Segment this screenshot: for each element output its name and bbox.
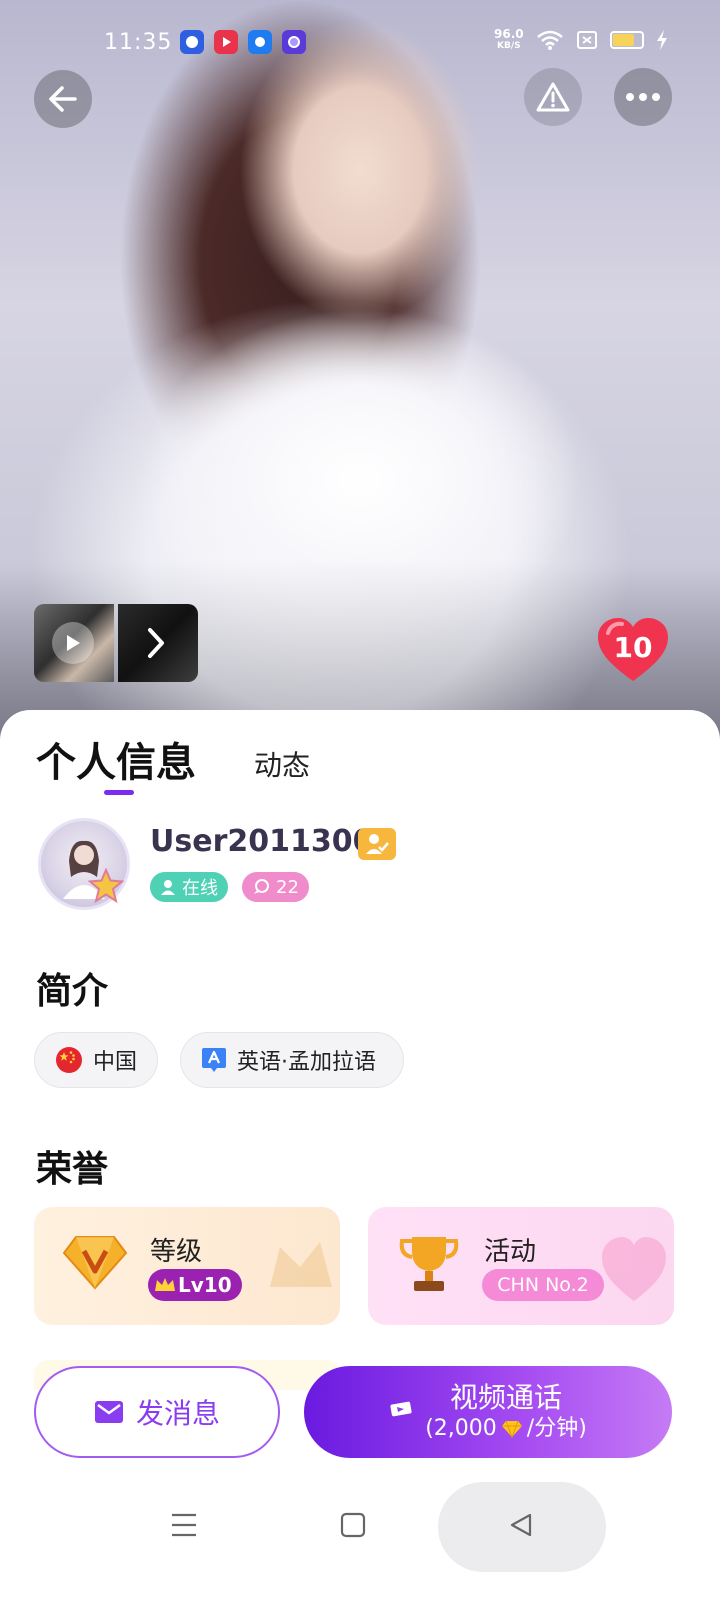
intro-title: 简介 (36, 971, 109, 1012)
level-label: 等级 (150, 1237, 203, 1267)
battery-icon (609, 31, 644, 49)
diamond-icon (501, 1420, 522, 1438)
tab-profile-info[interactable]: 个人信息 (36, 730, 196, 788)
play-icon (67, 635, 80, 651)
language-text: 英语·孟加拉语 (237, 1050, 376, 1075)
level-card[interactable]: 等级 Lv10 (34, 1207, 340, 1325)
verified-badge (358, 828, 396, 860)
video-camera-icon (390, 1401, 412, 1417)
user-icon (161, 880, 175, 895)
envelope-icon (94, 1401, 123, 1423)
home-icon[interactable] (340, 1512, 366, 1538)
online-status-badge: 在线 (150, 872, 228, 902)
chevron-right-icon (148, 628, 164, 658)
wifi-icon (536, 30, 563, 50)
call-price-prefix: (2,000 (425, 1416, 497, 1441)
crown-icon (155, 1278, 175, 1291)
tab-moments[interactable]: 动态 (254, 744, 310, 788)
language-chip: 英语·孟加拉语 (180, 1032, 404, 1088)
warning-icon (536, 82, 570, 112)
back-button[interactable] (34, 70, 92, 128)
chat-count-text: 22 (276, 876, 299, 898)
level-value: Lv10 (178, 1273, 232, 1297)
report-button[interactable] (524, 68, 582, 126)
browser-app-icon (248, 30, 272, 54)
likes-badge[interactable]: 10 (594, 615, 672, 685)
likes-count: 10 (613, 631, 653, 664)
v-diamond-icon (62, 1236, 128, 1290)
photo-thumbnail[interactable] (118, 604, 198, 682)
arrow-left-icon (49, 86, 77, 112)
heart-deco-icon (602, 1237, 666, 1301)
trophy-icon (399, 1237, 459, 1291)
status-time: 11:35 (104, 30, 173, 55)
net-speed: 96.0 KB/S (494, 28, 524, 52)
language-icon (202, 1048, 226, 1072)
system-navigation-bar (0, 1482, 720, 1572)
send-message-label: 发消息 (135, 1397, 220, 1430)
quark-app-icon (282, 30, 306, 54)
video-thumbnail[interactable] (34, 604, 114, 682)
activity-value: CHN No.2 (497, 1274, 589, 1296)
play-button[interactable] (52, 622, 94, 664)
status-right: 96.0 KB/S (494, 28, 668, 52)
send-message-button[interactable]: 发消息 (34, 1366, 280, 1458)
activity-card[interactable]: 活动 CHN No.2 (368, 1207, 674, 1325)
star-badge-icon (88, 868, 124, 904)
profile-tabs: 个人信息 动态 (36, 730, 310, 788)
video-call-button[interactable]: 视频通话 (2,000 /分钟) (304, 1366, 672, 1458)
menu-icon[interactable] (170, 1512, 198, 1538)
video-call-price: (2,000 /分钟) (425, 1415, 587, 1443)
honor-title: 荣誉 (36, 1149, 109, 1190)
call-price-suffix: /分钟) (526, 1416, 587, 1441)
chat-count-badge: 22 (242, 872, 309, 902)
level-tag: Lv10 (148, 1269, 242, 1301)
more-options-button[interactable] (614, 68, 672, 126)
net-speed-value: 96.0 (494, 27, 524, 41)
country-chip: 中国 (34, 1032, 158, 1088)
profile-sheet: 个人信息 动态 User20113007 在线 22 简介 中国 英语·孟加拉语… (0, 710, 720, 1600)
country-text: 中国 (93, 1050, 138, 1075)
crown-deco-icon (270, 1242, 332, 1287)
status-app-icons (180, 30, 306, 54)
china-flag-icon (56, 1047, 82, 1073)
baidu-app-icon (180, 30, 204, 54)
video-call-text: 视频通话 (2,000 /分钟) (425, 1381, 587, 1443)
media-thumbnails (34, 604, 198, 682)
verified-user-icon (366, 834, 389, 854)
charging-icon (656, 30, 667, 50)
status-bar: 11:35 96.0 KB/S (0, 26, 720, 62)
video-call-label: 视频通话 (449, 1381, 562, 1414)
more-dots-icon (626, 93, 660, 101)
online-status-text: 在线 (182, 878, 218, 899)
tab-indicator (104, 790, 134, 795)
net-speed-unit: KB/S (497, 41, 521, 51)
chat-bubble-icon (254, 879, 269, 894)
video-app-icon (214, 30, 238, 54)
back-triangle-icon[interactable] (508, 1512, 534, 1538)
activity-label: 活动 (484, 1237, 537, 1267)
no-sim-icon (576, 31, 597, 49)
activity-tag: CHN No.2 (482, 1269, 604, 1301)
